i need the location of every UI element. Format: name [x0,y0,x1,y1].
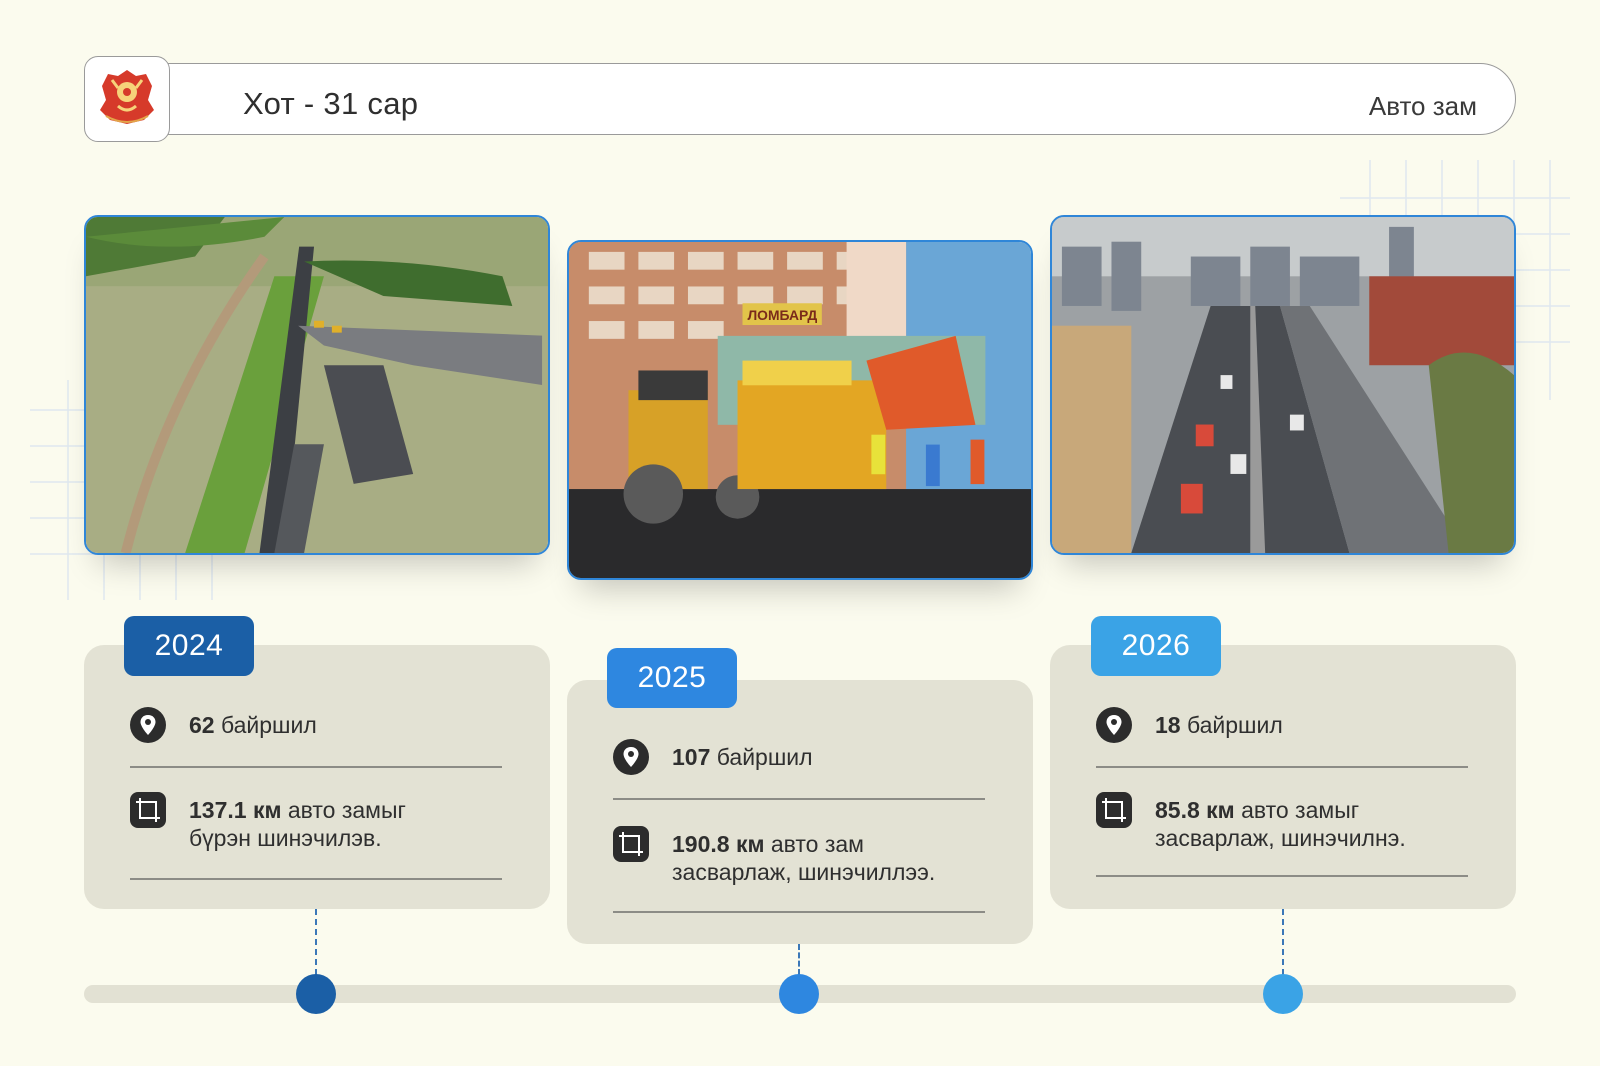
divider [1096,766,1468,768]
photo-2024 [84,215,550,555]
shop-sign-text: ЛОМБАРД [747,307,817,323]
distance-value: 85.8 км [1155,797,1235,823]
distance-value: 137.1 км [189,797,282,823]
distance-desc-line2: засварлаж, шинэчилнэ. [1155,825,1406,851]
area-crop-icon [1096,792,1132,828]
locations-text: 62 байршил [189,711,317,739]
distance-desc-line2: бүрэн шинэчилэв. [189,825,382,851]
photo-2026 [1050,215,1516,555]
distance-text: 137.1 км авто замыг бүрэн шинэчилэв. [189,796,406,852]
distance-desc-line2: засварлаж, шинэчиллээ. [672,859,936,885]
card-2025: 107 байршил 190.8 км авто зам засварлаж, … [567,680,1033,944]
locations-value: 18 [1155,712,1181,738]
asphalt-paving-crew-photo: ЛОМБАРД [569,242,1031,578]
logo [84,56,170,142]
divider [613,798,985,800]
aerial-road-construction-photo [86,217,548,553]
locations-value: 62 [189,712,215,738]
city-emblem-icon [96,66,158,133]
timeline-dot-2024 [296,974,336,1014]
category-label: Авто зам [1368,91,1477,121]
timeline-connector-2026 [1282,909,1284,975]
distance-text: 190.8 км авто зам засварлаж, шинэчиллээ. [672,830,935,886]
area-crop-icon [130,792,166,828]
timeline-dot-2025 [779,974,819,1014]
page-title: Хот - 31 сар [243,86,419,121]
year-badge-2026: 2026 [1091,616,1221,676]
divider [613,911,985,913]
timeline-dot-2026 [1263,974,1303,1014]
locations-text: 18 байршил [1155,711,1283,739]
locations-label: байршил [1180,712,1283,738]
locations-text: 107 байршил [672,743,813,771]
location-pin-icon [130,707,166,743]
area-crop-icon [613,826,649,862]
card-2024: 62 байршил 137.1 км авто замыг бүрэн шинэ… [84,645,550,909]
locations-label: байршил [214,712,317,738]
year-badge-2025: 2025 [607,648,737,708]
divider [130,878,502,880]
header: Хот - 31 сар Авто зам [84,56,1516,142]
distance-desc-line1: авто зам [764,831,864,857]
photo-2025: ЛОМБАРД [567,240,1033,580]
distance-desc-line1: авто замыг [281,797,406,823]
distance-text: 85.8 км авто замыг засварлаж, шинэчилнэ. [1155,796,1406,852]
location-pin-icon [1096,707,1132,743]
distance-value: 190.8 км [672,831,765,857]
locations-label: байршил [710,744,813,770]
city-highway-photo [1052,217,1514,553]
header-bar: Хот - 31 сар Авто зам [124,63,1516,135]
year-badge-2024: 2024 [124,616,254,676]
card-2026: 18 байршил 85.8 км авто замыг засварлаж, … [1050,645,1516,909]
divider [1096,875,1468,877]
timeline-connector-2024 [315,909,317,975]
location-pin-icon [613,739,649,775]
timeline-connector-2025 [798,944,800,975]
distance-desc-line1: авто замыг [1234,797,1360,823]
divider [130,766,502,768]
locations-value: 107 [672,744,711,770]
